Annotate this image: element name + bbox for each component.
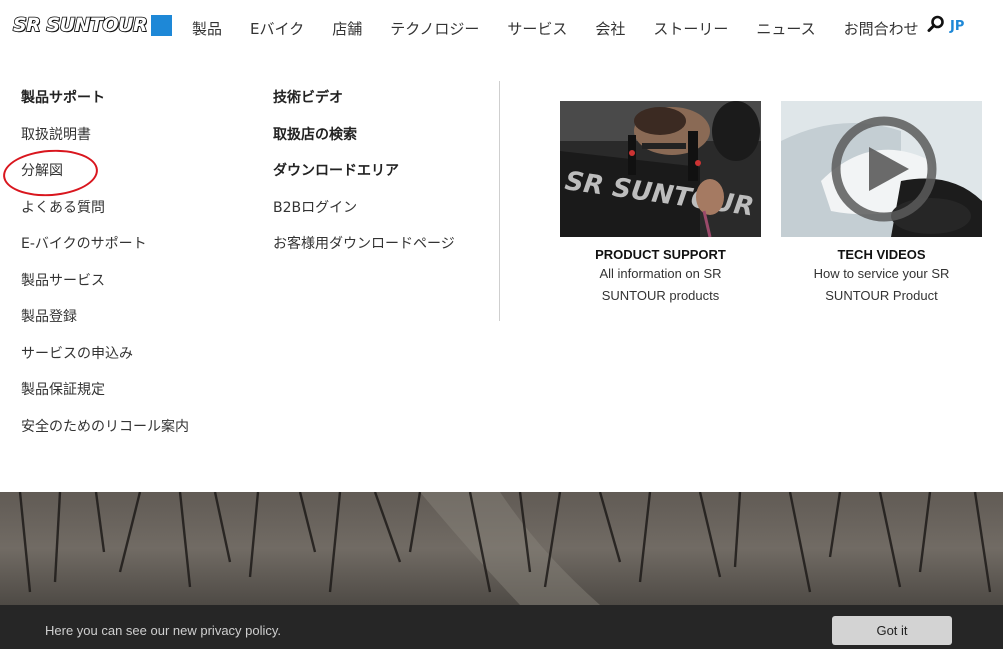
nav-item-stores[interactable]: 店舗 <box>332 18 362 39</box>
nav-item-products[interactable]: 製品 <box>192 18 222 39</box>
support-mega-menu: 製品サポート 取扱説明書 分解図 よくある質問 E-バイクのサポート 製品サービ… <box>0 56 1003 492</box>
tech-videos-card[interactable]: TECH VIDEOS How to service your SR SUNTO… <box>781 101 982 307</box>
logo-square-icon <box>151 14 173 36</box>
search-icon[interactable] <box>927 15 945 33</box>
menu-item-b2b-login[interactable]: B2Bログイン <box>273 200 455 237</box>
menu-item-customer-downloads[interactable]: お客様用ダウンロードページ <box>273 236 455 273</box>
site-header: SR SUNTOUR 製品 Eバイク 店舗 テクノロジー サービス 会社 ストー… <box>0 0 1003 56</box>
menu-item-ebike-support[interactable]: E-バイクのサポート <box>21 236 189 273</box>
main-nav: 製品 Eバイク 店舗 テクノロジー サービス 会社 ストーリー ニュース お問合… <box>192 18 947 39</box>
menu-item-product-support[interactable]: 製品サポート <box>21 90 189 127</box>
forest-photo <box>0 492 1003 605</box>
menu-item-warranty[interactable]: 製品保証規定 <box>21 382 189 419</box>
tech-videos-description: How to service your SR SUNTOUR Product <box>813 266 950 303</box>
nav-item-news[interactable]: ニュース <box>756 18 815 39</box>
product-support-description: All information on SR SUNTOUR products <box>599 266 722 303</box>
menu-item-faq[interactable]: よくある質問 <box>21 200 189 237</box>
nav-item-ebike[interactable]: Eバイク <box>250 18 304 39</box>
menu-item-manuals[interactable]: 取扱説明書 <box>21 127 189 164</box>
nav-item-technology[interactable]: テクノロジー <box>390 18 479 39</box>
tech-videos-thumbnail <box>781 101 982 237</box>
logo-wordmark: SR SUNTOUR <box>12 13 148 37</box>
hero-background-image <box>0 492 1003 605</box>
product-support-card[interactable]: SR SUNTOUR PRODUCT SUPPORT All informati… <box>560 101 761 307</box>
menu-column-support: 製品サポート 取扱説明書 分解図 よくある質問 E-バイクのサポート 製品サービ… <box>21 90 189 455</box>
product-support-thumbnail: SR SUNTOUR <box>560 101 761 237</box>
nav-item-company[interactable]: 会社 <box>595 18 625 39</box>
tech-videos-title: TECH VIDEOS <box>837 247 926 262</box>
video-photo <box>781 101 982 237</box>
got-it-button[interactable]: Got it <box>832 616 952 645</box>
privacy-message: Here you can see our new privacy policy. <box>45 623 282 638</box>
privacy-banner: Here you can see our new privacy policy.… <box>0 605 1003 649</box>
nav-item-stories[interactable]: ストーリー <box>653 18 728 39</box>
sr-suntour-logo[interactable]: SR SUNTOUR <box>12 13 173 37</box>
menu-item-product-service[interactable]: 製品サービス <box>21 273 189 310</box>
menu-item-dealer-search[interactable]: 取扱店の検索 <box>273 127 455 164</box>
menu-item-exploded-views[interactable]: 分解図 <box>21 163 189 200</box>
menu-column-resources: 技術ビデオ 取扱店の検索 ダウンロードエリア B2Bログイン お客様用ダウンロー… <box>273 90 455 273</box>
nav-item-contact[interactable]: お問合わせ <box>844 18 919 39</box>
menu-item-safety-recall[interactable]: 安全のためのリコール案内 <box>21 419 189 456</box>
mechanic-photo: SR SUNTOUR <box>560 101 761 237</box>
menu-item-tech-videos[interactable]: 技術ビデオ <box>273 90 455 127</box>
menu-item-service-request[interactable]: サービスの申込み <box>21 346 189 383</box>
menu-divider <box>499 81 500 321</box>
nav-item-service[interactable]: サービス <box>507 18 567 39</box>
product-support-title: PRODUCT SUPPORT <box>595 247 726 262</box>
language-switch[interactable]: JP <box>950 19 964 34</box>
menu-item-download-area[interactable]: ダウンロードエリア <box>273 163 455 200</box>
menu-item-product-registration[interactable]: 製品登録 <box>21 309 189 346</box>
